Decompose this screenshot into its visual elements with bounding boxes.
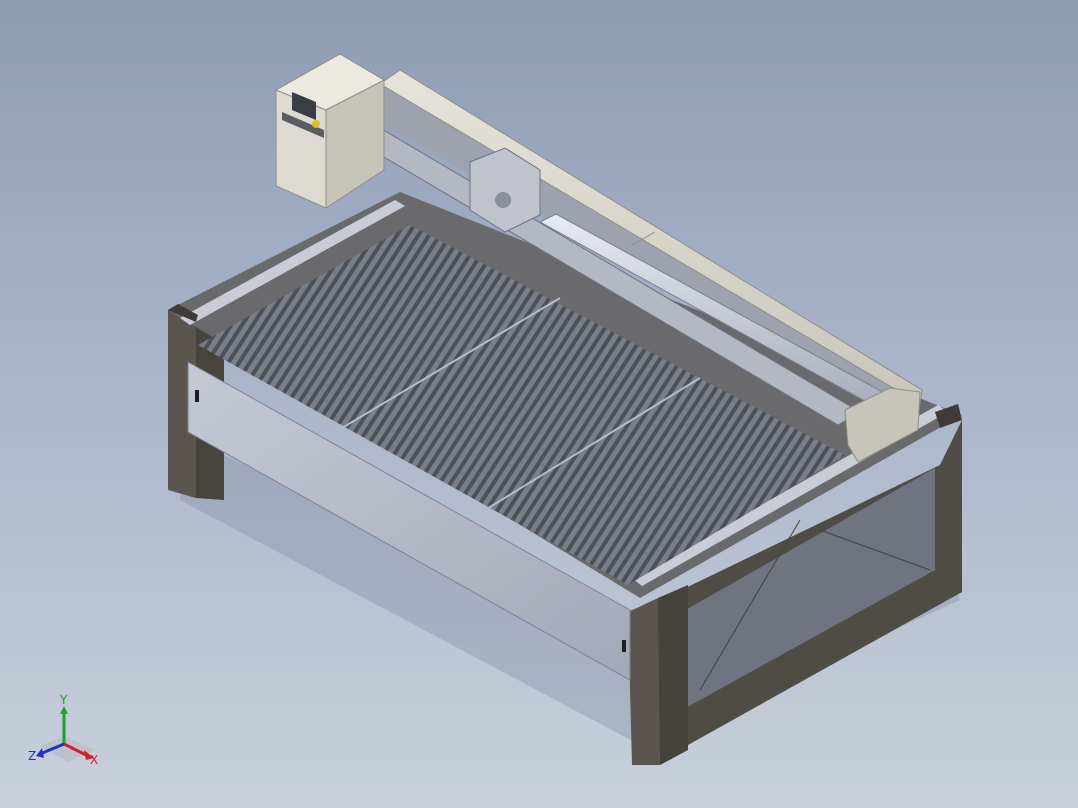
panel-handle-left <box>195 390 199 402</box>
laser-machine-model[interactable] <box>0 0 1078 808</box>
cad-3d-viewport[interactable]: Y X Z <box>0 0 1078 808</box>
triad-y-label: Y <box>59 694 68 707</box>
triad-x-label: X <box>90 753 98 767</box>
carriage-lens-icon <box>495 192 511 208</box>
power-button-icon[interactable] <box>312 120 320 128</box>
front-right-leg-side <box>658 585 688 765</box>
front-right-leg <box>628 598 660 765</box>
triad-z-label: Z <box>28 749 36 763</box>
axis-triad: Y X Z <box>28 694 98 767</box>
z-axis-arrow-icon <box>36 748 44 758</box>
panel-handle-right <box>622 640 626 652</box>
y-axis-arrow-icon <box>60 706 68 714</box>
